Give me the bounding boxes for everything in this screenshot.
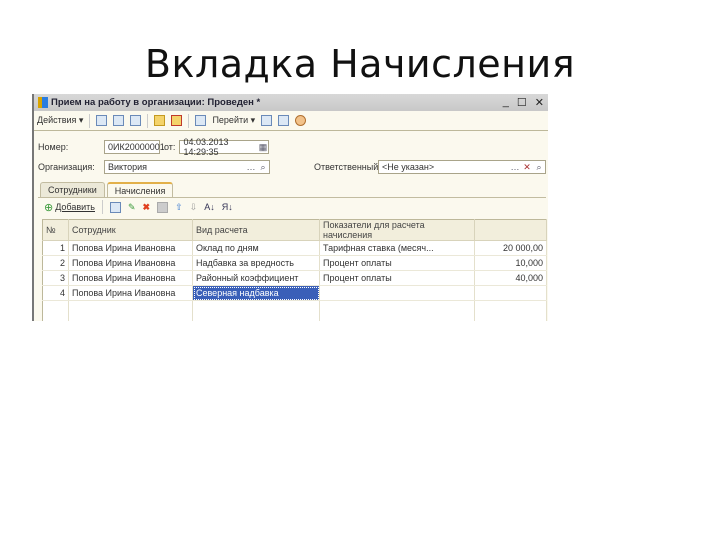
cell-indicator[interactable]: Тарифная ставка (месяч...	[319, 240, 475, 256]
sort-asc-icon[interactable]: A↓	[204, 202, 215, 212]
responsible-label: Ответственный:	[314, 162, 381, 172]
table-header: № Сотрудник Вид расчета Показатели для р…	[42, 219, 547, 241]
sort-desc-icon[interactable]: Я↓	[222, 202, 233, 212]
add-button[interactable]: ⊕ Добавить	[44, 201, 95, 214]
cell-employee[interactable]: Попова Ирина Ивановна	[68, 285, 193, 301]
col-number[interactable]: №	[42, 219, 69, 241]
divider	[102, 200, 103, 214]
accruals-panel: ⊕ Добавить ✎ ✖ ⇧ ⇩ A↓ Я↓ № Сотрудник Вид …	[38, 197, 547, 321]
empty-row	[42, 300, 547, 321]
tab-employees[interactable]: Сотрудники	[40, 182, 105, 197]
cell-employee[interactable]: Попова Ирина Ивановна	[68, 270, 193, 286]
cell-calc-type[interactable]: Надбавка за вредность	[192, 255, 320, 271]
col-employee[interactable]: Сотрудник	[68, 219, 193, 241]
save-icon[interactable]	[113, 115, 125, 126]
col-indicators[interactable]: Показатели для расчета начисления	[319, 219, 475, 241]
responsible-value: <Не указан>	[382, 162, 435, 172]
post-close-icon[interactable]	[96, 115, 108, 126]
number-label: Номер:	[38, 142, 69, 152]
date-field[interactable]: 04.03.2013 14:29:35 ▦	[179, 137, 270, 157]
title-bar: Прием на работу в организации: Проведен …	[34, 94, 548, 111]
move-down-icon[interactable]: ⇩	[190, 202, 198, 213]
table-row[interactable]: 3 Попова Ирина Ивановна Районный коэффицие…	[42, 270, 547, 286]
cell-calc-type[interactable]: Районный коэффициент	[192, 270, 320, 286]
organization-value: Виктория	[108, 162, 148, 172]
structure-icon[interactable]	[261, 115, 273, 126]
cell-employee[interactable]: Попова Ирина Ивановна	[68, 255, 193, 271]
cell-value[interactable]: 20 000,00	[474, 240, 547, 256]
main-toolbar: Действия ▾ Перейти ▾	[34, 111, 548, 131]
cell-number: 1	[42, 240, 69, 256]
tab-accruals[interactable]: Начисления	[106, 182, 174, 197]
cell-value[interactable]	[474, 285, 547, 301]
based-on-icon[interactable]	[195, 115, 207, 126]
window-title: Прием на работу в организации: Проведен …	[51, 97, 261, 108]
goto-menu[interactable]: Перейти ▾	[212, 115, 255, 126]
select-button[interactable]: …	[245, 161, 257, 173]
end-edit-icon[interactable]	[157, 201, 169, 213]
cell-number: 4	[42, 285, 69, 301]
cell-calc-type-selected[interactable]: Северная надбавка	[192, 285, 320, 301]
document-icon	[38, 97, 48, 108]
organization-row: Организация: Виктория … ⌕	[38, 160, 270, 174]
responsible-field[interactable]: <Не указан> … ✕ ⌕	[378, 160, 546, 174]
cell-calc-type[interactable]: Оклад по дням	[192, 240, 320, 256]
number-row: Номер: 0ИК20000001 от: 04.03.2013 14:29:…	[38, 137, 270, 157]
cell-indicator[interactable]: Процент оплаты	[319, 270, 475, 286]
actions-menu[interactable]: Действия ▾	[37, 115, 83, 126]
close-button[interactable]: ✕	[535, 96, 544, 109]
date-label: от:	[164, 142, 176, 152]
cancel-post-icon[interactable]	[171, 115, 183, 126]
organization-field[interactable]: Виктория … ⌕	[104, 160, 270, 174]
move-up-icon[interactable]: ⇧	[175, 202, 183, 213]
responsible-row: Ответственный: <Не указан> … ✕ ⌕	[314, 160, 546, 174]
edit-icon[interactable]: ✎	[128, 202, 136, 213]
maximize-button[interactable]: ☐	[517, 96, 527, 109]
calendar-icon[interactable]: ▦	[258, 141, 269, 153]
cell-number: 2	[42, 255, 69, 271]
cell-value[interactable]: 40,000	[474, 270, 547, 286]
cell-employee[interactable]: Попова Ирина Ивановна	[68, 240, 193, 256]
divider	[188, 113, 190, 128]
post-icon[interactable]	[130, 115, 142, 126]
minimize-button[interactable]: _	[503, 96, 509, 109]
divider	[89, 113, 91, 128]
search-icon[interactable]: ⌕	[257, 161, 269, 173]
date-value: 04.03.2013 14:29:35	[183, 137, 229, 157]
table-toolbar: ⊕ Добавить ✎ ✖ ⇧ ⇩ A↓ Я↓	[38, 198, 546, 216]
col-value	[474, 219, 547, 241]
copy-icon[interactable]	[110, 201, 121, 213]
tab-bar: Сотрудники Начисления	[40, 182, 174, 197]
document-window: Прием на работу в организации: Проведен …	[32, 94, 548, 321]
cell-number: 3	[42, 270, 69, 286]
table-row[interactable]: 2 Попова Ирина Ивановна Надбавка за вредно…	[42, 255, 547, 271]
number-field[interactable]: 0ИК20000001	[104, 140, 165, 154]
organization-label: Организация:	[38, 162, 95, 172]
delete-icon[interactable]: ✖	[143, 202, 151, 213]
add-icon: ⊕	[44, 201, 54, 214]
cell-indicator[interactable]	[319, 285, 475, 301]
col-calc-type[interactable]: Вид расчета	[192, 219, 320, 241]
report-icon[interactable]	[278, 115, 290, 126]
search-icon[interactable]: ⌕	[533, 161, 545, 173]
help-icon[interactable]	[295, 115, 307, 126]
cell-value[interactable]: 10,000	[474, 255, 547, 271]
accruals-table: № Сотрудник Вид расчета Показатели для р…	[42, 219, 547, 321]
divider	[147, 113, 149, 128]
movements-icon[interactable]	[154, 115, 166, 126]
select-button[interactable]: …	[509, 161, 521, 173]
table-row[interactable]: 1 Попова Ирина Ивановна Оклад по дням Тариф…	[42, 240, 547, 256]
cell-indicator[interactable]: Процент оплаты	[319, 255, 475, 271]
table-row[interactable]: 4 Попова Ирина Ивановна Северная надбавка	[42, 285, 547, 301]
clear-icon[interactable]: ✕	[521, 161, 533, 173]
slide-title: Вкладка Начисления	[144, 42, 576, 86]
